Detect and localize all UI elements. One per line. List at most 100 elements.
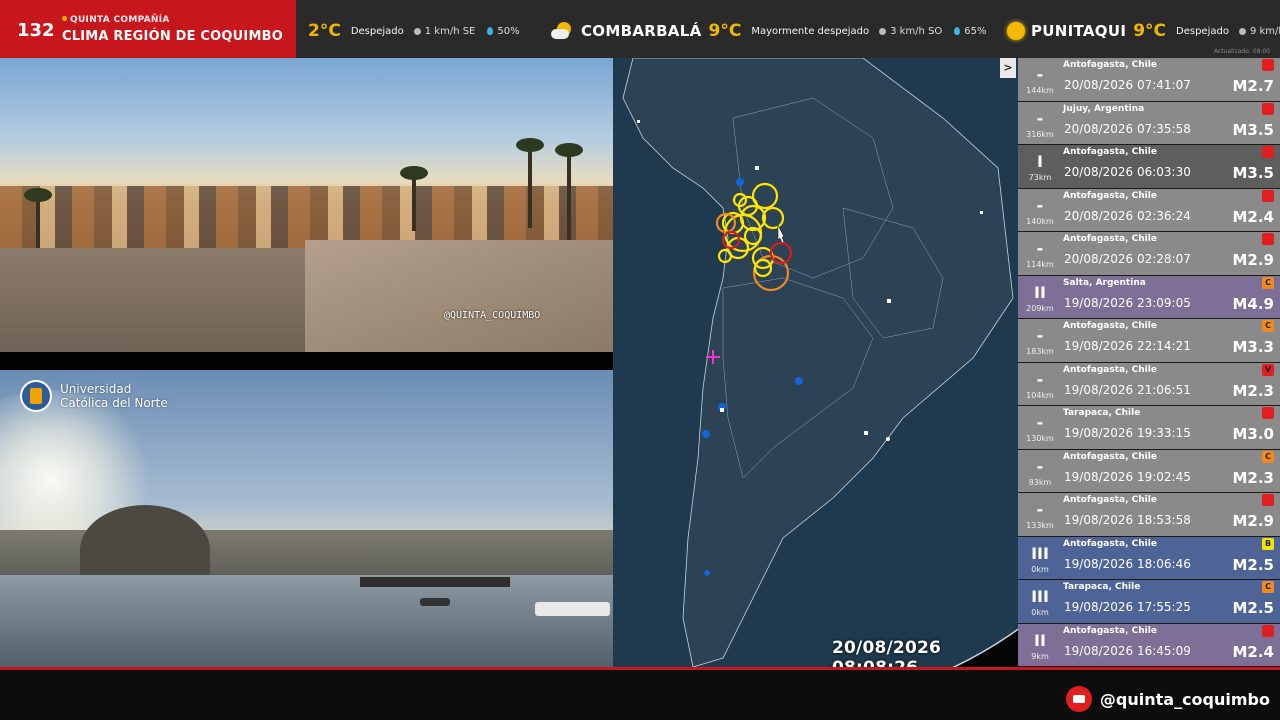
quake-magnitude: M3.5 [1232,164,1275,182]
quake-datetime: 19/08/2026 16:45:09 [1064,643,1191,658]
quake-class-badge [1262,59,1274,71]
intensity-cell: - 130km [1018,406,1062,449]
quake-class-badge: C [1262,581,1274,593]
channel-subtitle: QUINTA COMPAÑÍA [62,15,170,25]
weather-item-combarbala: COMBARBALÁ 9°C Mayormente despejado 3 km… [551,20,999,42]
intensity-cell: -104km [1018,363,1062,406]
intensity-cell: III 0km [1018,537,1062,580]
intensity-value: III [1031,587,1049,606]
quake-place: Jujuy, Argentina [1063,103,1145,114]
quake-magnitude: M3.0 [1232,425,1275,443]
distance-value: 0km [1031,564,1049,574]
quake-datetime: 19/08/2026 22:14:21 [1064,339,1191,353]
quake-row[interactable]: III 0km Antofagasta, Chile 19/08/2026 18:06… [1018,536,1280,580]
weather-city: PUNITAQUI [1031,22,1127,40]
quake-row[interactable]: -104km Antofagasta, Chile 19/08/2026 21:06… [1018,362,1280,406]
camera-feed-bay: Universidad Católica del Norte [0,370,631,667]
weather-wind-text: 3 km/h SO [890,25,943,37]
distance-value: 73km [1028,173,1052,182]
wind-icon [1238,27,1246,35]
distance-value: 144km [1026,86,1054,95]
quake-class-badge: C [1262,320,1274,332]
quake-place: Antofagasta, Chile [1063,190,1157,201]
top-bar: 132 QUINTA COMPAÑÍA CLIMA REGIÓN DE COQU… [0,0,1280,58]
channel-number: 132 [17,20,55,41]
quake-magnitude: M2.9 [1232,251,1275,269]
sun-icon [1007,22,1025,40]
updated-label: Actualizado: 08:00 [1214,48,1270,55]
quake-datetime: 20/08/2026 06:03:30 [1064,165,1191,179]
quake-magnitude: M2.7 [1232,77,1275,95]
bottom-bar: @quinta_coquimbo [0,670,1280,720]
intensity-value: - [1036,413,1044,432]
weather-humidity-text: 50% [497,25,520,37]
quake-class-badge: B [1262,537,1274,550]
social-handle-text: @quinta_coquimbo [1099,689,1270,709]
weather-wind: 3 km/h SO [879,26,942,37]
quake-row[interactable]: I 73km Antofagasta, Chile 20/08/2026 06:03:… [1018,145,1280,189]
quake-datetime: 19/08/2026 18:53:58 [1064,513,1191,527]
cam2-pier [360,577,510,587]
quake-row[interactable]: -83km Antofagasta, Chile 19/08/2026 19:02:… [1018,449,1280,493]
intensity-cell: -140km [1018,189,1062,232]
intensity-value: - [1036,108,1044,128]
quake-row[interactable]: - 114km Antofagasta, Chile 20/08/2026 02:28… [1018,232,1280,276]
quake-row[interactable]: - 144km Antofagasta, Chile 20/08/2026 07:41… [1018,58,1280,102]
intensity-value: - [1036,456,1044,476]
feed-divider [0,352,631,370]
earthquake-list: - 144km Antofagasta, Chile 20/08/2026 07:41… [1018,58,1280,667]
ucn-seal-icon [20,380,52,412]
quake-row[interactable]: II 9km Antofagasta, Chile 19/08/2026 16:45:… [1018,623,1280,667]
intensity-cell: III 0km [1018,580,1062,623]
distance-value: 209km [1026,303,1054,313]
intensity-value: III [1031,543,1049,563]
distance-value: 9km [1031,651,1049,661]
quake-datetime: 19/08/2026 19:33:15 [1064,426,1191,440]
quake-place: Antofagasta, Chile [1063,538,1157,549]
distance-value: 133km [1026,521,1054,530]
distance-value: 130km [1026,434,1054,443]
weather-wind-text: 9 km/h [1249,25,1280,37]
quake-row[interactable]: III 0km Tarapaca, Chile 19/08/2026 17:55:25… [1018,580,1280,624]
quake-class-badge [1262,189,1274,202]
weather-wind: 1 km/h SE [413,26,475,37]
stream-overlay: 132 QUINTA COMPAÑÍA CLIMA REGIÓN DE COQU… [0,0,1280,720]
quake-row[interactable]: - 133km Antofagasta, Chile 19/08/2026 18:53… [1018,493,1280,537]
quake-magnitude: M2.9 [1232,512,1275,530]
intensity-cell: II 9km [1018,624,1062,667]
quake-place: Antofagasta, Chile [1063,364,1157,375]
quake-magnitude: M2.5 [1232,599,1275,617]
distance-value: 183km [1026,347,1054,356]
quake-class-badge [1262,102,1274,115]
palm-tree [400,166,428,231]
map-toggle-button[interactable]: > [1000,58,1016,78]
weather-ticker: 2°C Despejado 1 km/h SE 50% COMBARBALÁ 9… [296,0,1280,58]
quake-magnitude: M2.4 [1232,642,1275,661]
wind-icon [879,27,887,35]
ucn-line2: Católica del Norte [60,396,168,410]
map-timestamp: 20/08/2026 08:08:26 [832,638,942,667]
quake-row[interactable]: - 130km Tarapaca, Chile 19/08/2026 19:33:15… [1018,406,1280,450]
quake-class-badge: V [1262,363,1274,376]
quake-place: Tarapaca, Chile [1063,408,1141,418]
boat [535,602,610,616]
quake-class-badge [1262,233,1274,245]
intensity-cell: -316km [1018,102,1062,145]
intensity-value: II [1034,630,1046,650]
ucn-logo: Universidad Católica del Norte [20,380,168,412]
quake-datetime: 20/08/2026 02:36:24 [1064,208,1191,223]
quake-row[interactable]: - 183km Antofagasta, Chile 19/08/2026 22:14… [1018,319,1280,363]
quake-datetime: 19/08/2026 17:55:25 [1064,600,1191,614]
distance-value: 0km [1031,608,1049,617]
weather-wind: 9 km/h [1238,25,1280,37]
weather-humidity-text: 65% [964,25,987,37]
quake-row[interactable]: -140km Antofagasta, Chile 20/08/2026 02:36… [1018,188,1280,232]
quake-row[interactable]: -316km Jujuy, Argentina 20/08/2026 07:35:5… [1018,101,1280,145]
quake-datetime: 19/08/2026 19:02:45 [1064,469,1191,484]
quake-magnitude: M2.3 [1232,381,1275,400]
quake-row[interactable]: II 209km Salta, Argentina 19/08/2026 23:09:… [1018,275,1280,319]
ucn-logo-text: Universidad Católica del Norte [60,382,168,410]
channel-badge: 132 QUINTA COMPAÑÍA CLIMA REGIÓN DE COQU… [0,0,296,58]
weather-desc: Despejado [1176,25,1229,37]
seismic-map[interactable]: > 20/08/2026 08:08:26 [613,58,1018,667]
